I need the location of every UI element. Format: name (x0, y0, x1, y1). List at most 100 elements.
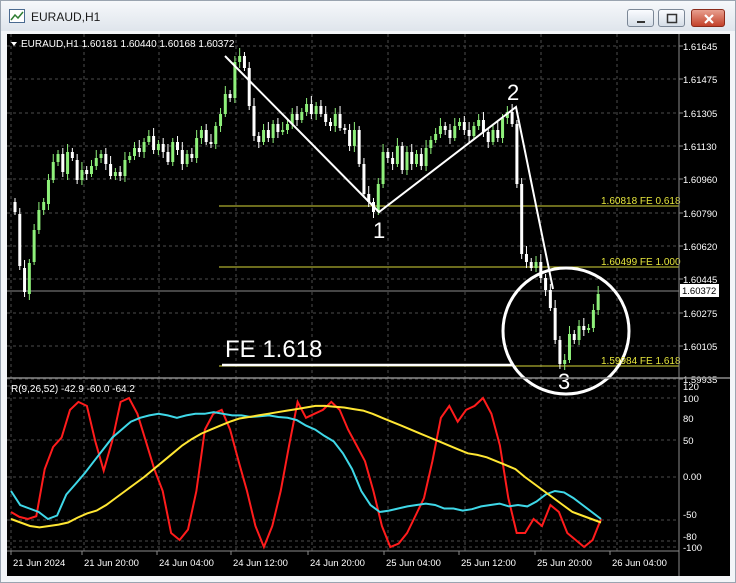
wave-label-2: 2 (507, 80, 519, 105)
close-icon (704, 14, 714, 24)
candle-body (238, 56, 242, 62)
fib-label-1618: 1.59984 FE 1.618 (601, 356, 681, 367)
candle-body (453, 126, 457, 138)
candle-body (400, 146, 404, 170)
candle-body (123, 160, 127, 176)
title-bar[interactable]: EURAUD,H1 (1, 1, 735, 31)
candle-body (109, 164, 113, 176)
candle-body (257, 136, 261, 142)
time-tick-label: 21 Jun 2024 (13, 558, 65, 569)
indicator-line-slow[interactable] (10, 404, 602, 529)
candle-body (176, 142, 180, 150)
candle-body (223, 94, 227, 114)
minimize-icon (637, 21, 645, 23)
indicator-line-fast[interactable] (10, 396, 602, 550)
time-tick-label: 21 Jun 20:00 (84, 558, 139, 569)
price-tick-label: 1.60960 (683, 175, 717, 186)
candle-body (27, 263, 31, 294)
fib-label-0618: 1.60818 FE 0.618 (601, 196, 681, 207)
fib-label-1000: 1.60499 FE 1.000 (601, 257, 681, 268)
candle-body (46, 180, 50, 204)
candle-body (544, 278, 548, 290)
indicator-tick-label: 50 (683, 436, 694, 447)
symbol-header: EURAUD,H1 1.60181 1.60440 1.60168 1.6037… (21, 39, 235, 50)
candle-body (85, 170, 89, 174)
candle-body (443, 126, 447, 130)
candle-body (13, 202, 17, 212)
wave-trendline[interactable] (224, 55, 554, 290)
candle-body (133, 148, 136, 156)
candle-body (343, 128, 347, 130)
candle-body (319, 106, 323, 114)
chart-icon (9, 9, 25, 23)
time-axis[interactable]: 21 Jun 2024 21 Jun 20:00 24 Jun 04:00 24 Ju… (10, 551, 667, 569)
candle-body (524, 254, 528, 262)
candle-body (529, 262, 533, 268)
candle-body (352, 130, 356, 146)
candle-body (89, 166, 93, 174)
candle-body (501, 118, 505, 138)
chart-canvas[interactable]: 1 2 3 FE 1.618 1.60818 FE 0.618 1.60499 … (7, 34, 730, 576)
candle-body (458, 122, 462, 126)
candle-body (285, 124, 289, 130)
candle-body (539, 262, 543, 278)
candle-body (515, 124, 519, 184)
candle-body (214, 126, 218, 144)
candle-body (128, 156, 132, 160)
candle-body (510, 112, 514, 124)
candle-body (190, 154, 194, 158)
indicator-tick-label: 0.00 (683, 472, 702, 483)
candle-body (75, 160, 79, 180)
candle-body (596, 294, 600, 310)
candle-body (276, 124, 280, 132)
indicator-tick-label: -50 (683, 510, 697, 521)
candle-body (56, 154, 60, 162)
candle-body (247, 68, 251, 106)
candle-body (348, 130, 352, 146)
minimize-button[interactable] (627, 9, 654, 27)
candle-body (391, 158, 395, 164)
candle-body (266, 130, 270, 138)
price-tick-label: 1.60620 (683, 242, 717, 253)
candle-body (434, 134, 438, 140)
candle-body (448, 130, 452, 138)
price-chart-area[interactable]: 1 2 3 FE 1.618 1.60818 FE 0.618 1.60499 … (7, 34, 730, 576)
fe-annotation: FE 1.618 (225, 336, 322, 363)
candle-body (467, 130, 471, 136)
candle-body (582, 326, 586, 330)
candle-body (51, 162, 55, 180)
price-tick-label: 1.60105 (683, 342, 717, 353)
window-title: EURAUD,H1 (31, 10, 101, 24)
candle-body (424, 148, 428, 166)
candle-body (415, 154, 419, 164)
candle-body (242, 56, 246, 68)
indicator-tick-label: 120 (683, 382, 699, 393)
candle-body (209, 142, 213, 144)
indicator-line-mid[interactable] (10, 411, 602, 521)
close-button[interactable] (691, 9, 725, 27)
candle-body (295, 114, 299, 120)
price-scale[interactable]: 1.61645 1.61475 1.61305 1.61130 1.60960 1.607… (679, 42, 717, 386)
wave-label-1: 1 (373, 218, 385, 243)
candle-body (305, 104, 309, 112)
indicator-tick-label: -80 (683, 532, 697, 543)
candle-body (534, 262, 538, 268)
candle-body (587, 328, 591, 330)
time-tick-label: 26 Jun 04:00 (612, 558, 667, 569)
candle-body (180, 150, 184, 164)
time-tick-label: 25 Jun 12:00 (461, 558, 516, 569)
time-tick-label: 24 Jun 20:00 (310, 558, 365, 569)
dropdown-arrow-icon[interactable] (11, 42, 17, 46)
candle-body (199, 130, 203, 138)
candle-body (70, 152, 74, 158)
indicator-scale[interactable]: 120100 80 50 0.00 -50 -80-100 (683, 382, 702, 554)
candle-body (477, 120, 481, 126)
maximize-button[interactable] (658, 9, 685, 27)
candle-body (185, 154, 189, 164)
candle-body (314, 106, 318, 114)
candle-body (386, 152, 390, 158)
candle-body (32, 230, 36, 262)
candle-body (18, 214, 22, 266)
candle-body (142, 142, 146, 152)
time-tick-label: 25 Jun 04:00 (386, 558, 441, 569)
